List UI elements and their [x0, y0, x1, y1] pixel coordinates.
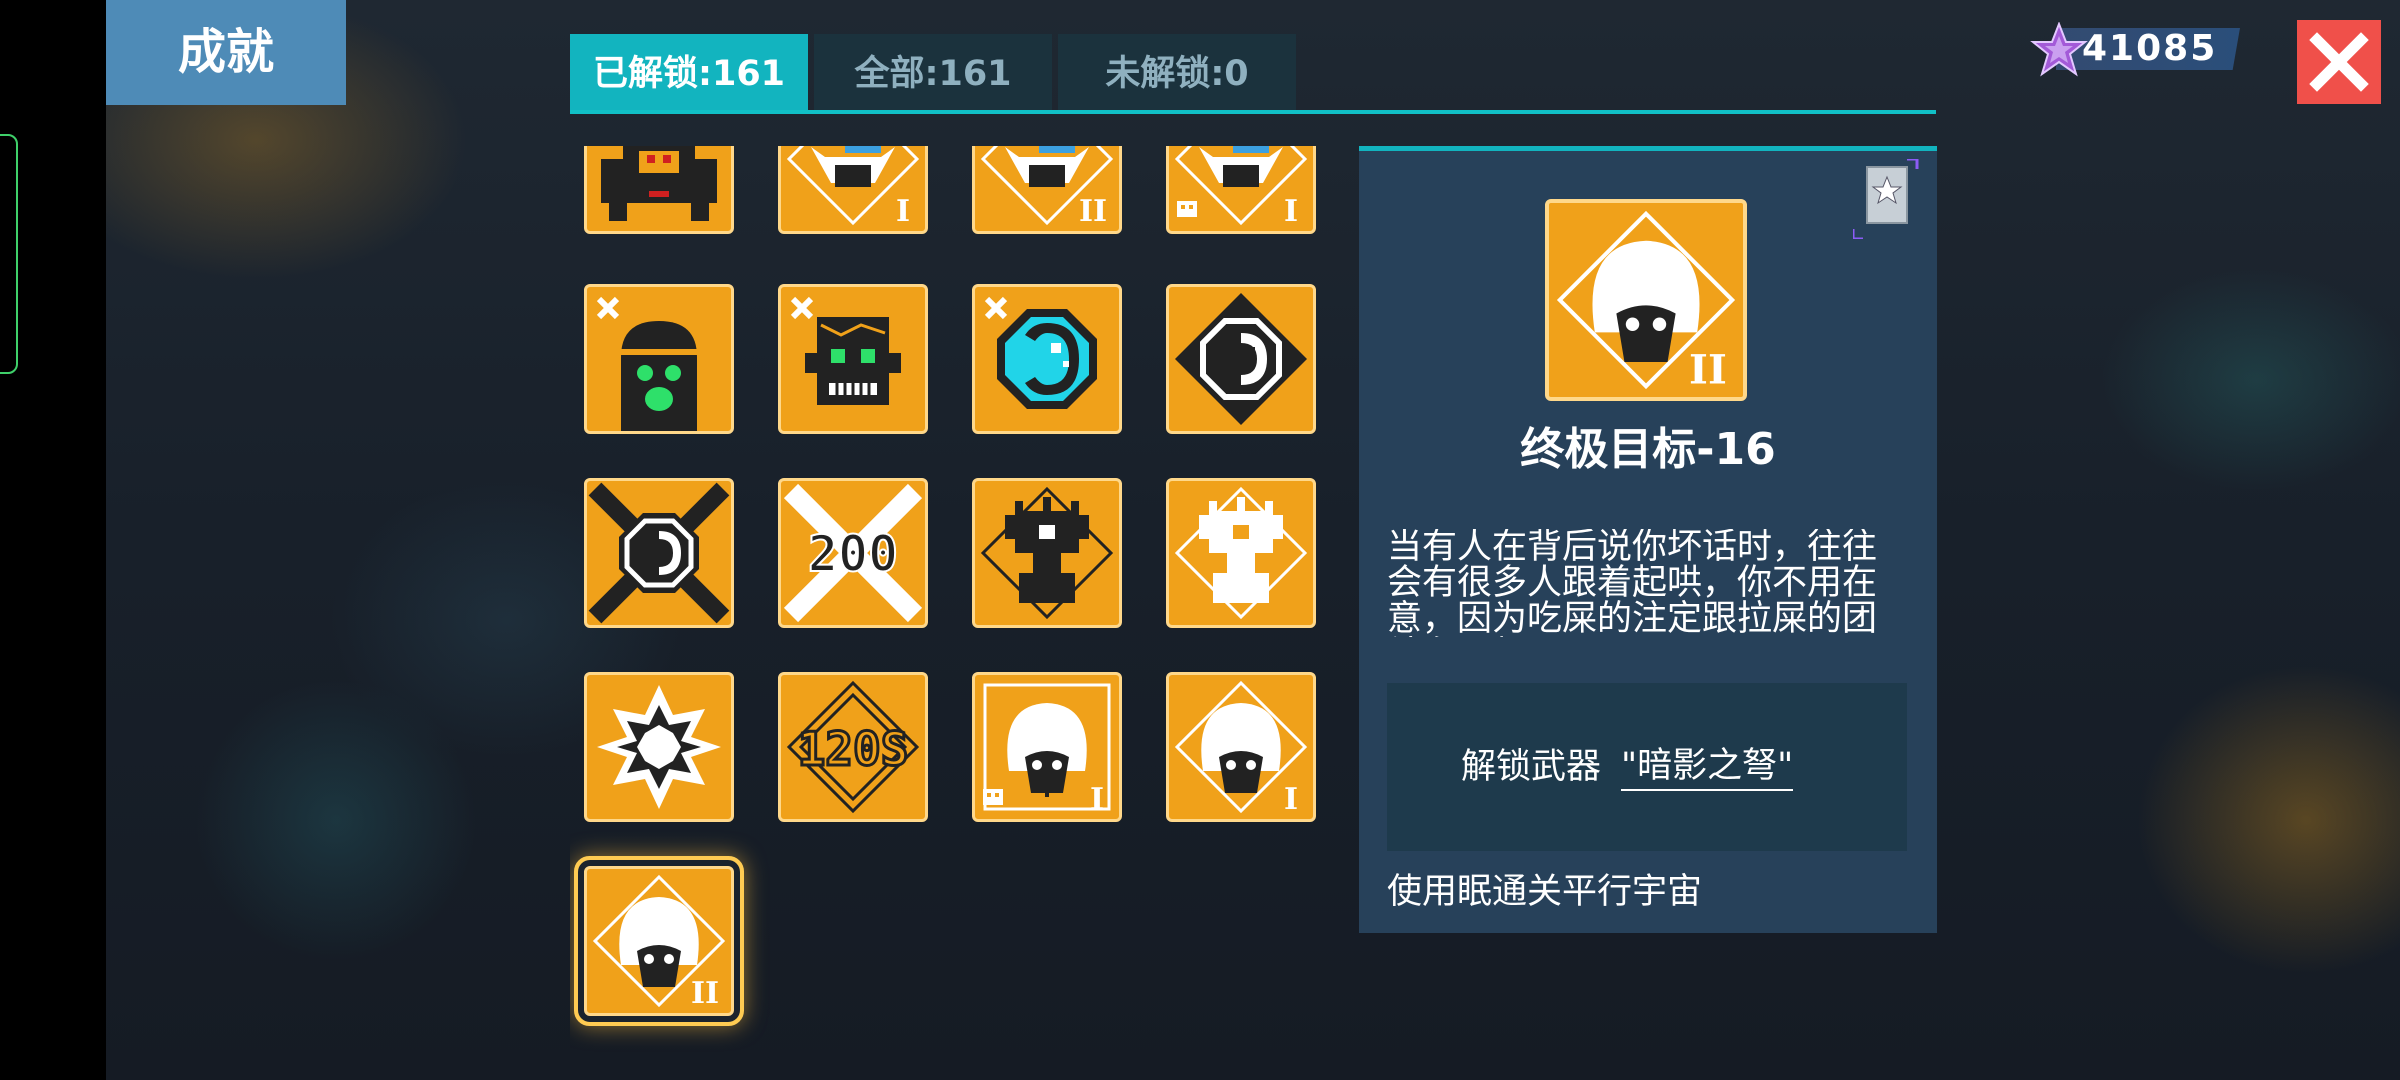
achievement-tabs: 已解锁:161 全部:161 未解锁:0 [570, 34, 1936, 114]
detail-badge: II [1545, 199, 1747, 401]
tab-all[interactable]: 全部:161 [814, 34, 1052, 110]
svg-text:I: I [1284, 782, 1298, 817]
unlock-condition: 使用眠通关平行宇宙 [1387, 872, 1703, 912]
achievement-badge[interactable] [584, 284, 734, 434]
ghost-cat-icon: II [980, 146, 1114, 229]
achievement-badge[interactable] [1166, 284, 1316, 434]
badge-label: 200 [808, 525, 898, 583]
achievement-grid: I II I 200 120S I I II [570, 146, 1330, 1080]
achievement-detail-panel: II 终极目标-16 当有人在背后说你坏话时，往往会有很多人跟着起哄，你不用在意… [1359, 146, 1937, 933]
white-hair-girl-icon: I [983, 683, 1111, 817]
currency-value: 41085 [2082, 28, 2218, 69]
tab-locked[interactable]: 未解锁:0 [1058, 34, 1296, 110]
achievement-badge-selected[interactable]: II [584, 866, 734, 1016]
achievement-badge[interactable] [778, 284, 928, 434]
svg-text:I: I [1090, 782, 1104, 817]
close-button[interactable] [2297, 20, 2381, 104]
achievement-badge[interactable] [972, 478, 1122, 628]
achievement-description: 当有人在背后说你坏话时，往往会有很多人跟着起哄，你不用在意，因为吃屎的注定跟拉屎… [1387, 529, 1878, 637]
achievement-badge[interactable] [584, 478, 734, 628]
purple-star-icon [2030, 22, 2088, 77]
achievement-badge[interactable]: 200 [778, 478, 928, 628]
achievement-badge[interactable] [584, 146, 734, 234]
achievement-badge[interactable]: 120S [778, 672, 928, 822]
trophy-white-icon [1174, 486, 1308, 620]
hooded-zombie-icon [596, 296, 697, 431]
achievement-badge[interactable] [1166, 478, 1316, 628]
kills-200-icon: 200 [783, 483, 923, 623]
page-title: 成就 [106, 0, 346, 105]
currency-display: 41085 [2030, 22, 2240, 77]
svg-text:II: II [1689, 346, 1727, 394]
star-gear-icon [597, 685, 721, 809]
white-hair-girl-icon: II [1556, 210, 1736, 394]
achievement-title: 终极目标-16 [1520, 424, 1776, 475]
frankenstein-icon [790, 296, 901, 405]
achievement-badge[interactable]: I [1166, 672, 1316, 822]
achievement-badge[interactable] [584, 672, 734, 822]
svg-text:I: I [896, 194, 910, 229]
achievement-badge[interactable]: I [972, 672, 1122, 822]
svg-text:II: II [1079, 194, 1107, 229]
mech-robot-icon [601, 146, 717, 221]
tabs-underline [570, 110, 1936, 114]
octagon-skull-icon [1175, 293, 1307, 425]
white-hair-girl-icon: II [592, 874, 726, 1011]
close-icon [2309, 32, 2369, 92]
trophy-dark-icon [980, 486, 1114, 620]
reward-label: 解锁武器 [1461, 747, 1602, 787]
reward-box: 解锁武器 "暗影之弩" [1387, 683, 1907, 851]
left-edge-handle [0, 134, 18, 374]
svg-text:I: I [1284, 194, 1298, 229]
ghost-cat-icon: I [1174, 146, 1308, 229]
white-hair-girl-icon: I [1174, 680, 1308, 817]
achievement-badge[interactable]: II [972, 146, 1122, 234]
svg-text:II: II [691, 976, 719, 1011]
achievement-badge[interactable] [972, 284, 1122, 434]
ghost-cat-icon: I [786, 146, 920, 229]
achievement-type-icon [1853, 159, 1919, 239]
tab-unlocked[interactable]: 已解锁:161 [570, 34, 808, 110]
achievement-badge[interactable]: I [778, 146, 928, 234]
badge-label: 120S [798, 722, 909, 776]
achievement-badge[interactable]: I [1166, 146, 1316, 234]
time-120s-icon: 120S [786, 680, 920, 814]
reward-weapon-link[interactable]: "暗影之弩" [1621, 743, 1794, 791]
crossed-skull-icon [588, 482, 730, 624]
cyan-skull-icon [984, 296, 1097, 409]
